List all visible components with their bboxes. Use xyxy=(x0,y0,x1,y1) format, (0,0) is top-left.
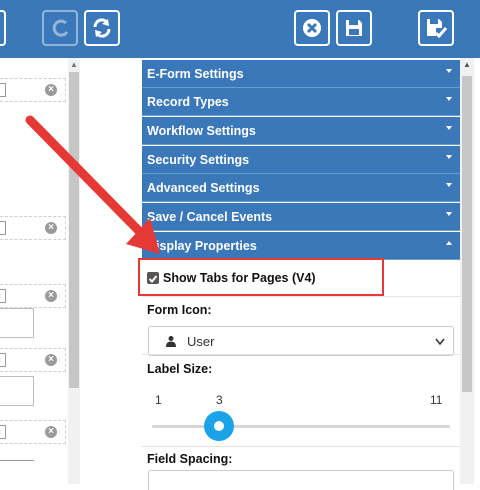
annotation-arrow xyxy=(25,115,160,254)
